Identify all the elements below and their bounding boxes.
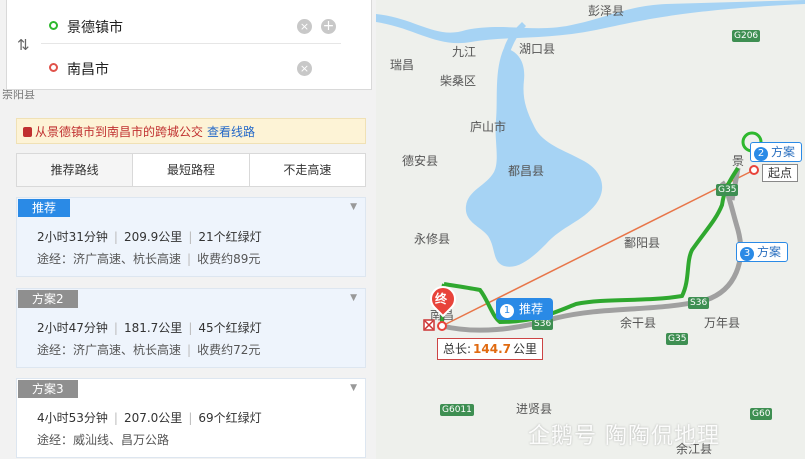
clear-end-icon[interactable]: ×	[297, 61, 312, 76]
start-label: 起点	[762, 164, 799, 182]
plan-via-roads: 途经：威汕线、昌万公路	[37, 433, 170, 447]
highway-shield: G35	[716, 184, 739, 196]
plan-card-3[interactable]: 方案3 ▼ 4小时53分钟 | 207.0公里 | 69个红绿灯 途经：威汕线、昌万公路	[16, 378, 366, 458]
city-label: 彭泽县	[588, 4, 625, 18]
chevron-down-icon[interactable]: ▼	[350, 202, 357, 212]
plan-via-roads: 途经：济广高速、杭长高速	[37, 343, 182, 357]
city-label: 余干县	[620, 316, 657, 330]
tab-no-highway[interactable]: 不走高速	[248, 154, 365, 186]
start-marker	[749, 165, 759, 175]
bus-icon	[23, 127, 32, 137]
plan-distance: 207.0公里	[123, 411, 183, 425]
route-input-box: ⇅ 景德镇市 × + 南昌市 ×	[6, 0, 372, 90]
end-pin-label: 终	[435, 292, 448, 306]
route-panel: 崇阳县 ⇅ 景德镇市 × + 南昌市 × 从景德镇市到南昌市的跨城公交 查看线路 …	[0, 0, 376, 459]
plan3-pin[interactable]: 3 方案	[736, 242, 789, 262]
plan-lights: 21个红绿灯	[198, 230, 262, 244]
plan-toll: 收费约72元	[197, 343, 261, 357]
route-length-box: 总长: 144.7 公里	[437, 338, 544, 360]
highway-shield: G60	[750, 408, 773, 420]
plan-tag: 方案2	[18, 290, 78, 308]
add-waypoint-icon[interactable]: +	[321, 19, 336, 34]
end-field[interactable]: 南昌市 ×	[41, 50, 341, 86]
plan-stats: 2小时47分钟 | 181.7公里 | 45个红绿灯	[37, 321, 262, 335]
plan-time: 2小时47分钟	[37, 321, 108, 335]
end-dot-icon	[49, 63, 58, 72]
route-number: 2	[754, 147, 768, 161]
tab-shortest[interactable]: 最短路程	[132, 154, 248, 186]
tab-recommended[interactable]: 推荐路线	[17, 154, 133, 186]
map-canvas[interactable]: 瑞昌九江湖口县柴桑区彭泽县庐山市德安县都昌县永修县鄱阳县南昌余干县万年县进贤县余…	[376, 0, 805, 459]
city-label: 庐山市	[470, 120, 507, 134]
start-dot-icon	[49, 21, 58, 30]
chevron-down-icon[interactable]: ▼	[350, 383, 357, 393]
plan-card-2[interactable]: 方案2 ▼ 2小时47分钟 | 181.7公里 | 45个红绿灯 途经：济广高速、杭长高…	[16, 288, 366, 368]
plan-card-1[interactable]: 推荐 ▼ 2小时31分钟 | 209.9公里 | 21个红绿灯 途经：济广高速、杭长高速…	[16, 197, 366, 277]
plan2-pin[interactable]: 2 方案	[750, 142, 803, 162]
highway-shield: G6011	[440, 404, 474, 416]
highway-shield: G206	[732, 30, 761, 42]
transit-banner: 从景德镇市到南昌市的跨城公交 查看线路	[16, 118, 366, 144]
city-label: 德安县	[402, 154, 439, 168]
recommended-route-pin[interactable]: 1 推荐	[496, 298, 554, 320]
plan-toll: 收费约89元	[197, 252, 261, 266]
view-transit-link[interactable]: 查看线路	[207, 125, 255, 139]
city-label: 景	[732, 154, 745, 168]
plan-tag: 方案3	[18, 380, 78, 398]
route-number: 3	[740, 247, 754, 261]
length-prefix: 总长:	[443, 342, 472, 356]
city-label: 鄱阳县	[624, 236, 661, 250]
clear-start-icon[interactable]: ×	[297, 19, 312, 34]
watermark: 企鹅号 陶陶侃地理	[528, 424, 720, 449]
city-label: 都昌县	[508, 164, 545, 178]
plan-via: 途经：济广高速、杭长高速 | 收费约72元	[37, 343, 261, 357]
route-number: 1	[500, 304, 514, 318]
city-label: 九江	[452, 45, 477, 59]
plan-via-roads: 途经：济广高速、杭长高速	[37, 252, 182, 266]
swap-icon[interactable]: ⇅	[17, 36, 30, 54]
city-label: 万年县	[704, 316, 741, 330]
city-label: 进贤县	[516, 402, 553, 416]
city-label: 永修县	[414, 232, 451, 246]
plan-lights: 45个红绿灯	[198, 321, 262, 335]
start-input[interactable]: 景德镇市	[67, 17, 123, 37]
city-label: 湖口县	[519, 42, 556, 56]
end-input[interactable]: 南昌市	[67, 59, 109, 79]
plan-time: 4小时53分钟	[37, 411, 108, 425]
chevron-down-icon[interactable]: ▼	[350, 293, 357, 303]
start-field[interactable]: 景德镇市 × +	[41, 8, 341, 44]
plan-via: 途经：济广高速、杭长高速 | 收费约89元	[37, 252, 261, 266]
plan2-pin-label: 方案	[771, 145, 796, 159]
plan-via: 途经：威汕线、昌万公路	[37, 431, 169, 448]
plan-stats: 2小时31分钟 | 209.9公里 | 21个红绿灯	[37, 230, 262, 244]
length-unit: 公里	[513, 342, 538, 356]
highway-shield: S36	[688, 297, 710, 309]
end-marker-dot	[437, 321, 447, 331]
plan3-pin-label: 方案	[757, 245, 782, 259]
highway-shield: G35	[666, 333, 689, 345]
plan-distance: 181.7公里	[123, 321, 183, 335]
recommended-label: 推荐	[519, 302, 544, 316]
city-label: 瑞昌	[390, 58, 415, 72]
plan-tag: 推荐	[18, 199, 71, 217]
plan-stats: 4小时53分钟 | 207.0公里 | 69个红绿灯	[37, 411, 262, 425]
route-type-tabs: 推荐路线 最短路程 不走高速	[16, 153, 366, 187]
plan-distance: 209.9公里	[123, 230, 183, 244]
transit-banner-text: 从景德镇市到南昌市的跨城公交	[35, 125, 204, 139]
length-value: 144.7	[473, 342, 512, 356]
plan-lights: 69个红绿灯	[198, 411, 262, 425]
plan-time: 2小时31分钟	[37, 230, 108, 244]
city-label: 柴桑区	[440, 74, 477, 88]
